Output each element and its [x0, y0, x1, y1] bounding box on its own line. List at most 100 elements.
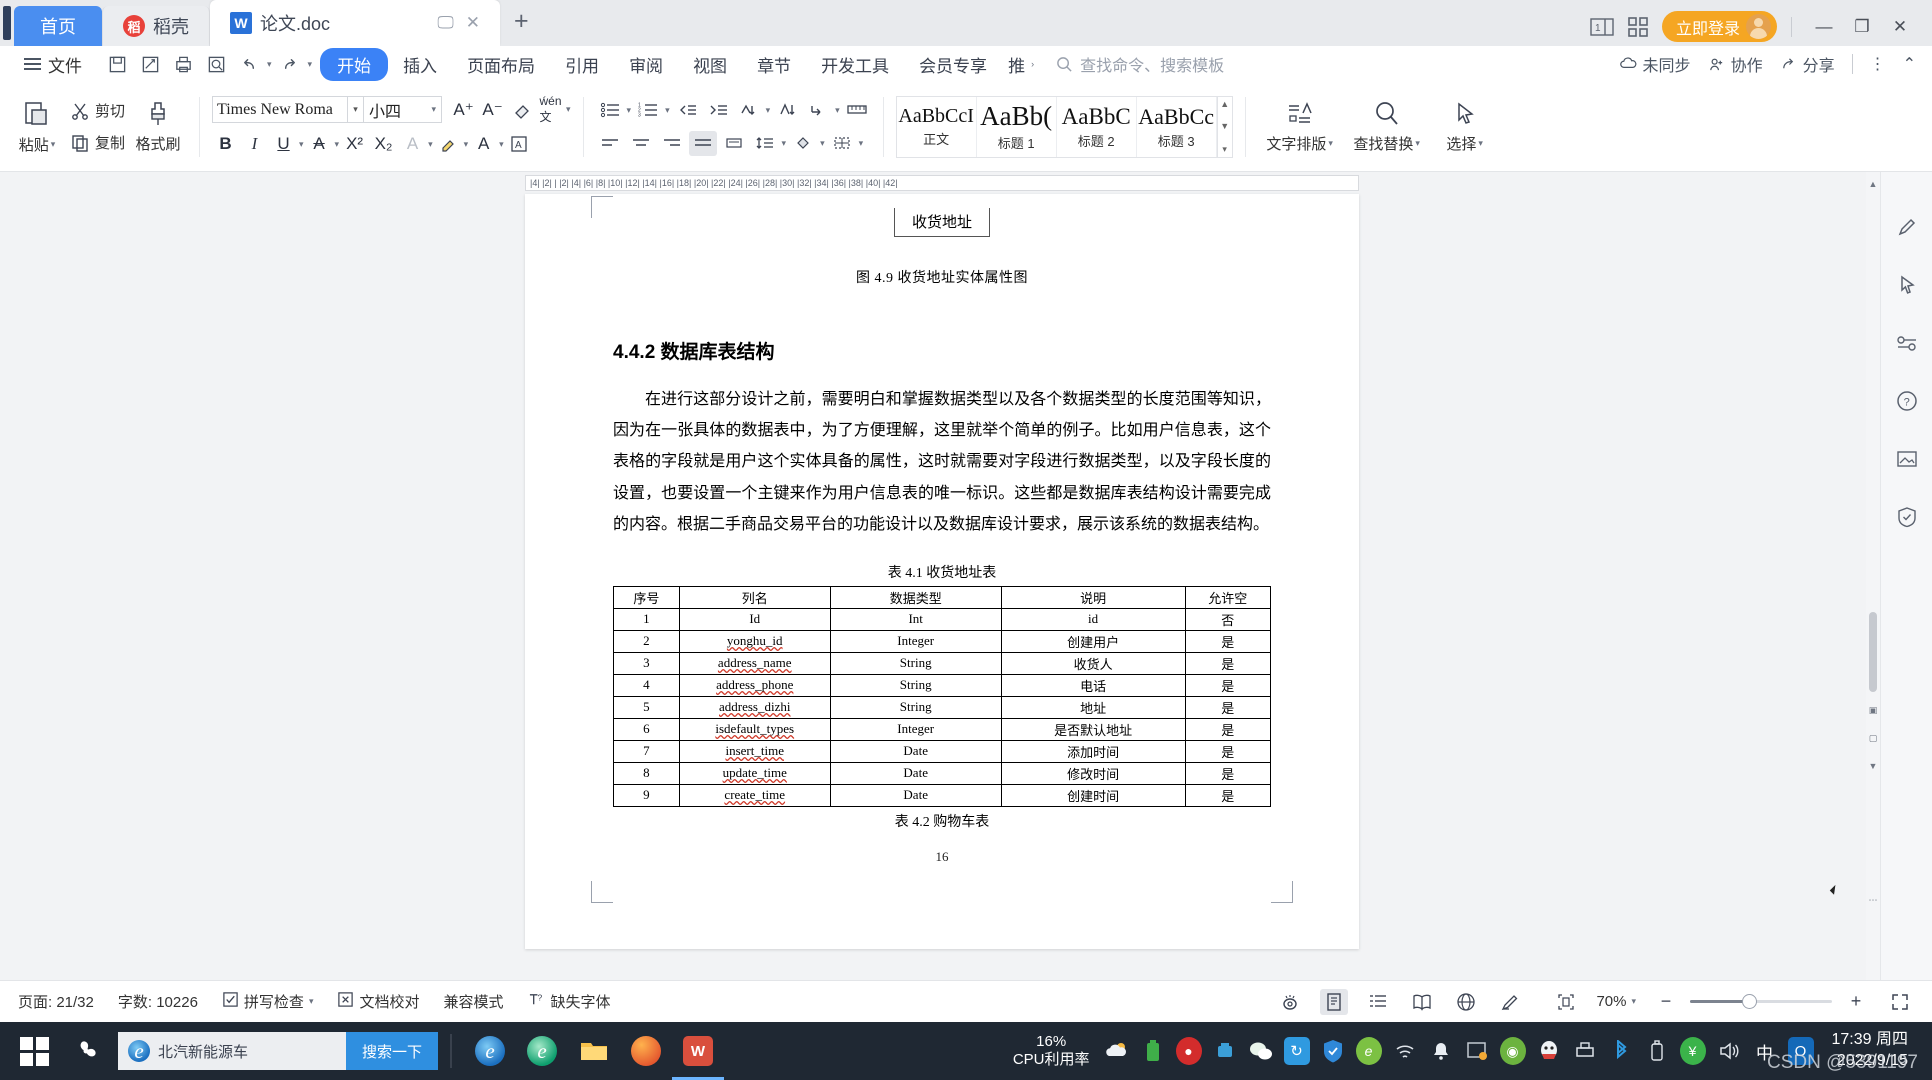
qat-more-icon[interactable]: ▾ — [308, 59, 313, 70]
decrease-indent-icon[interactable] — [673, 98, 701, 123]
font-color-dropdown-icon[interactable]: ▾ — [499, 139, 504, 150]
typeset-button[interactable]: 文字排版 ▾ — [1258, 99, 1342, 154]
scroll-down-icon[interactable]: ▼ — [1866, 758, 1880, 774]
font-name-dropdown-icon[interactable]: ▾ — [348, 96, 365, 123]
style-normal[interactable]: AaBbCcI 正文 — [897, 96, 977, 157]
vertical-scrollbar[interactable]: ▲ ▣ ▢ ▼ ⋯ — [1866, 172, 1880, 980]
font-color-icon[interactable]: A — [470, 131, 497, 157]
usb-icon[interactable] — [1212, 1038, 1238, 1064]
zoom-level[interactable]: 70% ▾ — [1596, 993, 1636, 1010]
chevron-up-icon[interactable]: ⌃ — [1903, 54, 1916, 74]
usb-drive-icon[interactable] — [1644, 1038, 1670, 1064]
show-formatting-marks-icon[interactable] — [804, 98, 832, 123]
cast-icon[interactable]: 🖵 — [437, 13, 453, 33]
login-button[interactable]: 立即登录 — [1661, 11, 1777, 42]
taskbar-edge-browser-icon[interactable] — [516, 1022, 568, 1080]
tab-insert[interactable]: 插入 — [388, 49, 452, 80]
minimize-button[interactable]: — — [1806, 12, 1842, 42]
superscript-button[interactable]: X² — [341, 131, 368, 157]
scroll-more-icon[interactable]: ⋯ — [1866, 892, 1880, 908]
pinyin-dropdown-icon[interactable]: ▾ — [566, 104, 571, 115]
font-size-input[interactable]: 小四 ▾ — [364, 96, 443, 123]
document-grid-icon[interactable] — [843, 98, 871, 123]
close-icon[interactable]: ✕ — [466, 13, 480, 33]
align-center-icon[interactable] — [627, 131, 655, 156]
compatibility-mode[interactable]: 兼容模式 — [443, 991, 503, 1012]
missing-font-button[interactable]: ? 缺失字体 — [528, 991, 611, 1012]
pen-mark-icon[interactable] — [1496, 989, 1524, 1015]
borders-dropdown-icon[interactable]: ▾ — [859, 138, 864, 149]
zoom-knob[interactable] — [1742, 994, 1757, 1009]
subscript-button[interactable]: X₂ — [370, 131, 397, 157]
sync-icon[interactable]: ↻ — [1283, 1037, 1310, 1065]
marks-dropdown-icon[interactable]: ▾ — [835, 105, 840, 116]
undo-icon[interactable] — [234, 50, 264, 78]
shading-icon[interactable] — [789, 131, 817, 156]
wifi-icon[interactable] — [1392, 1038, 1418, 1064]
numbered-list-icon[interactable]: 123 — [634, 98, 662, 123]
scrollbar-thumb[interactable] — [1869, 612, 1877, 692]
tab-member-exclusive[interactable]: 会员专享 — [904, 49, 1002, 80]
zoom-out-button[interactable]: − — [1652, 989, 1680, 1015]
align-left-icon[interactable] — [596, 131, 624, 156]
update-icon[interactable] — [1464, 1038, 1490, 1064]
wechat-icon[interactable] — [1248, 1038, 1274, 1064]
cursor-select-rail-icon[interactable] — [1892, 270, 1922, 300]
highlight-color-icon[interactable] — [435, 131, 462, 157]
fit-page-icon[interactable] — [1552, 989, 1580, 1015]
redo-icon[interactable] — [275, 50, 305, 78]
underline-dropdown-icon[interactable]: ▾ — [299, 139, 304, 150]
horizontal-ruler[interactable]: |4| |2| | |2| |4| |6| |8| |10| |12| |14|… — [525, 175, 1359, 191]
tab-section[interactable]: 章节 — [742, 49, 806, 80]
zoom-in-button[interactable]: + — [1842, 989, 1870, 1015]
zoom-track[interactable] — [1690, 994, 1832, 1009]
strikethrough-button[interactable]: A — [306, 131, 333, 157]
tab-references[interactable]: 引用 — [550, 49, 614, 80]
shapes-icon[interactable] — [1892, 328, 1922, 358]
search-input[interactable]: 北汽新能源车 — [118, 1032, 346, 1070]
sync-status-button[interactable]: 未同步 — [1619, 52, 1691, 76]
page-toggle-icon[interactable]: 1 — [1590, 17, 1614, 36]
pinyin-guide-icon[interactable]: ẃén 文 — [537, 94, 564, 124]
page-indicator[interactable]: 页面: 21/32 — [18, 991, 94, 1012]
paste-button[interactable]: 粘贴 ▾ — [8, 98, 66, 155]
print-icon[interactable] — [168, 50, 198, 78]
shading-dropdown-icon[interactable]: ▾ — [820, 138, 825, 149]
taskbar-file-explorer-icon[interactable] — [568, 1022, 620, 1080]
font-size-dropdown-icon[interactable]: ▾ — [431, 104, 436, 115]
tab-developer-tools[interactable]: 开发工具 — [806, 49, 904, 80]
security-shield-icon[interactable] — [1320, 1038, 1346, 1064]
search-button[interactable]: 搜索一下 — [346, 1032, 438, 1070]
eye-protect-icon[interactable] — [1276, 989, 1304, 1015]
style-heading-2[interactable]: AaBbC 标题 2 — [1057, 96, 1137, 157]
tab-start[interactable]: 开始 — [320, 47, 389, 81]
spellcheck-toggle[interactable]: 拼写检查 ▾ — [222, 991, 313, 1012]
more-vertical-icon[interactable]: ⋮ — [1870, 54, 1886, 74]
tab-recommend[interactable]: 推 — [1002, 49, 1031, 80]
volume-icon[interactable] — [1716, 1038, 1742, 1064]
command-search[interactable]: 查找命令、搜索模板 — [1056, 52, 1224, 76]
scroll-split-icon[interactable]: ▣ — [1866, 702, 1880, 718]
bullet-list-icon[interactable] — [596, 98, 624, 123]
increase-indent-icon[interactable] — [704, 98, 732, 123]
close-window-button[interactable]: ✕ — [1882, 12, 1918, 42]
battery-app-icon[interactable] — [1140, 1038, 1166, 1064]
text-effects-dropdown-icon[interactable]: ▾ — [428, 139, 433, 150]
app-green-icon[interactable]: ◉ — [1499, 1037, 1526, 1065]
fan-app-icon[interactable] — [60, 1022, 112, 1080]
copy-button[interactable]: 复制 — [66, 130, 129, 155]
bullet-dropdown-icon[interactable]: ▾ — [627, 105, 632, 116]
maximize-button[interactable]: ❐ — [1844, 12, 1880, 42]
clear-formatting-icon[interactable] — [508, 97, 535, 123]
ninja-icon[interactable]: ● — [1175, 1037, 1202, 1065]
money-icon[interactable]: ¥ — [1679, 1037, 1706, 1065]
taskbar-wps-writer-icon[interactable]: W — [672, 1022, 724, 1080]
help-icon[interactable]: ? — [1892, 386, 1922, 416]
align-right-icon[interactable] — [658, 131, 686, 156]
taskbar-search[interactable]: 北汽新能源车 搜索一下 — [118, 1032, 438, 1070]
style-gallery-more-icon[interactable]: ▾ — [1222, 144, 1227, 155]
borders-icon[interactable] — [828, 131, 856, 156]
style-scroll-up-icon[interactable]: ▲ — [1220, 99, 1229, 109]
increase-font-size-icon[interactable]: A⁺ — [450, 97, 477, 123]
collaborate-button[interactable]: 协作 — [1708, 52, 1763, 76]
